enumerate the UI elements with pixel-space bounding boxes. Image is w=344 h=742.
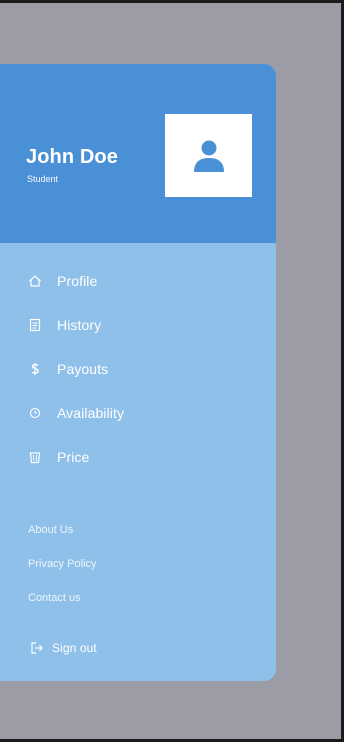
user-role: Student	[27, 174, 59, 184]
sign-out-button[interactable]: Sign out	[0, 635, 276, 661]
bucket-icon	[28, 450, 42, 464]
dollar-icon	[28, 362, 42, 376]
user-icon	[193, 140, 224, 172]
sign-out-label: Sign out	[52, 641, 97, 655]
nav-label-availability: Availability	[57, 405, 125, 421]
home-icon	[28, 274, 42, 288]
nav-label-price: Price	[57, 449, 90, 465]
user-name: John Doe	[26, 146, 118, 168]
receipt-icon	[28, 318, 42, 332]
avatar[interactable]	[165, 114, 252, 197]
navigation-drawer: John Doe Student Profile History Payouts…	[0, 64, 276, 681]
clock-icon	[28, 406, 42, 420]
privacy-policy-link[interactable]: Privacy Policy	[28, 558, 96, 570]
nav-item-price[interactable]: Price	[0, 442, 276, 472]
contact-us-link[interactable]: Contact us	[28, 592, 81, 604]
logout-icon	[30, 641, 44, 655]
nav-label-history: History	[57, 317, 102, 333]
nav-label-profile: Profile	[57, 273, 98, 289]
nav-label-payouts: Payouts	[57, 361, 109, 377]
nav-item-profile[interactable]: Profile	[0, 266, 276, 296]
nav-item-history[interactable]: History	[0, 310, 276, 340]
drawer-header: John Doe Student	[0, 64, 276, 243]
nav-item-availability[interactable]: Availability	[0, 398, 276, 428]
nav-item-payouts[interactable]: Payouts	[0, 354, 276, 384]
about-us-link[interactable]: About Us	[28, 524, 73, 536]
